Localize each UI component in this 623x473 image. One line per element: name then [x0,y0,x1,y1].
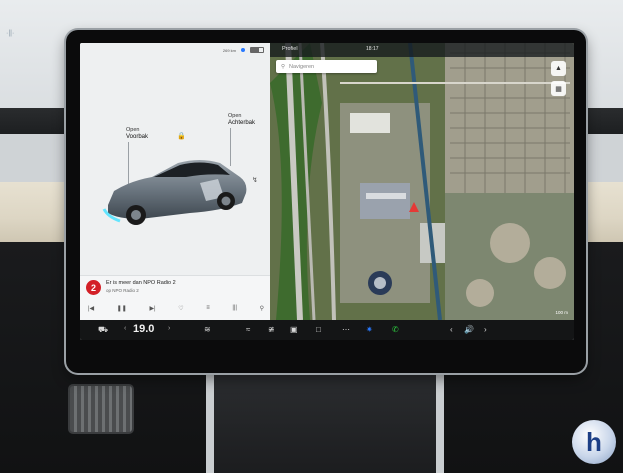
navigate-placeholder: Navigeren [289,63,315,70]
console-rail-left [206,372,214,473]
temp-up-icon[interactable]: › [168,325,170,332]
bottom-bar: ⛟ ‹ 19.0 › ≋ ≈ ≇ ▣ □ ⋯ ✷ ✆ ‹ 🔊 › [80,320,574,340]
frunk-open-button[interactable]: Open Voorbak [126,127,148,141]
center-console [212,372,444,473]
touchscreen-display: 269 km Open Voorbak Open Achterbak 🔒 ↯ 2… [80,43,574,340]
watermark-logo: h [572,420,616,464]
pedal [68,384,134,434]
lock-icon[interactable]: 🔒 [177,132,186,140]
profile-button[interactable]: Profiel [282,46,298,52]
media-player[interactable]: 2 Er is meer dan NPO Radio 2 op NPO Radi… [80,275,270,321]
media-title: Er is meer dan NPO Radio 2 [106,280,176,286]
bluetooth-status-icon [241,48,245,52]
charge-port-icon[interactable]: ↯ [252,176,258,184]
bluetooth-icon[interactable]: ✷ [366,324,373,336]
battery-icon [250,47,264,53]
search-icon[interactable]: ⚲ [260,305,264,312]
next-icon[interactable]: ▶| [149,305,155,312]
navigate-search-input[interactable]: ⚲ Navigeren [276,60,377,73]
volume-icon[interactable]: 🔊 [464,324,474,336]
cabin-temperature[interactable]: 19.0 [133,323,154,335]
map-scale: 100 m [555,310,568,315]
favorite-icon[interactable]: ♡ [178,305,183,312]
range-text: 269 km [222,47,236,53]
seat-heater-icon[interactable]: ≋ [204,324,211,336]
pause-icon[interactable]: ❚❚ [117,305,127,312]
map-layers-button[interactable]: ▦ [551,81,566,96]
map-clock: 18:17 [366,46,379,52]
temp-down-icon[interactable]: ‹ [124,325,126,332]
map-top-bar: Profiel 18:17 [270,43,574,57]
trunk-name: Achterbak [228,120,256,126]
library-icon[interactable]: ||| [232,305,237,312]
frunk-open-label: Open [126,127,140,133]
navigation-position-arrow [409,202,419,212]
search-icon: ⚲ [281,63,286,70]
radio-station-logo: 2 [86,280,101,295]
equalizer-icon[interactable]: ≡ [206,305,210,312]
map-imagery [270,43,574,320]
more-apps-icon[interactable]: ⋯ [342,324,350,336]
rear-defrost-icon[interactable]: ≈ [246,324,250,336]
wall-sticker: ·||· [6,30,15,37]
map-orientation-button[interactable]: ▲ [551,61,566,76]
console-rail-right [436,372,444,473]
previous-icon[interactable]: |◀ [88,305,94,312]
media-subtitle: op NPO Radio 2 [106,288,139,293]
trunk-open-label: Open [228,113,242,119]
front-defrost-icon[interactable]: ≇ [268,324,275,336]
status-row: 269 km [223,47,264,53]
airflow-icon[interactable]: ▣ [290,324,298,336]
volume-up-icon[interactable]: › [484,324,487,336]
app-icon[interactable]: □ [316,324,321,336]
car-icon[interactable]: ⛟ [98,324,108,336]
media-controls: |◀ ❚❚ ▶| ♡ ≡ ||| ⚲ [88,305,264,312]
car-icon[interactable] [100,153,250,233]
volume-down-icon[interactable]: ‹ [450,324,453,336]
touchscreen-bezel: 269 km Open Voorbak Open Achterbak 🔒 ↯ 2… [66,30,586,373]
frunk-name: Voorbak [126,134,149,140]
phone-icon[interactable]: ✆ [392,324,399,336]
trunk-open-button[interactable]: Open Achterbak [228,113,255,127]
satellite-map[interactable]: Profiel 18:17 ⚲ Navigeren ▲ ▦ 100 m [270,43,574,320]
